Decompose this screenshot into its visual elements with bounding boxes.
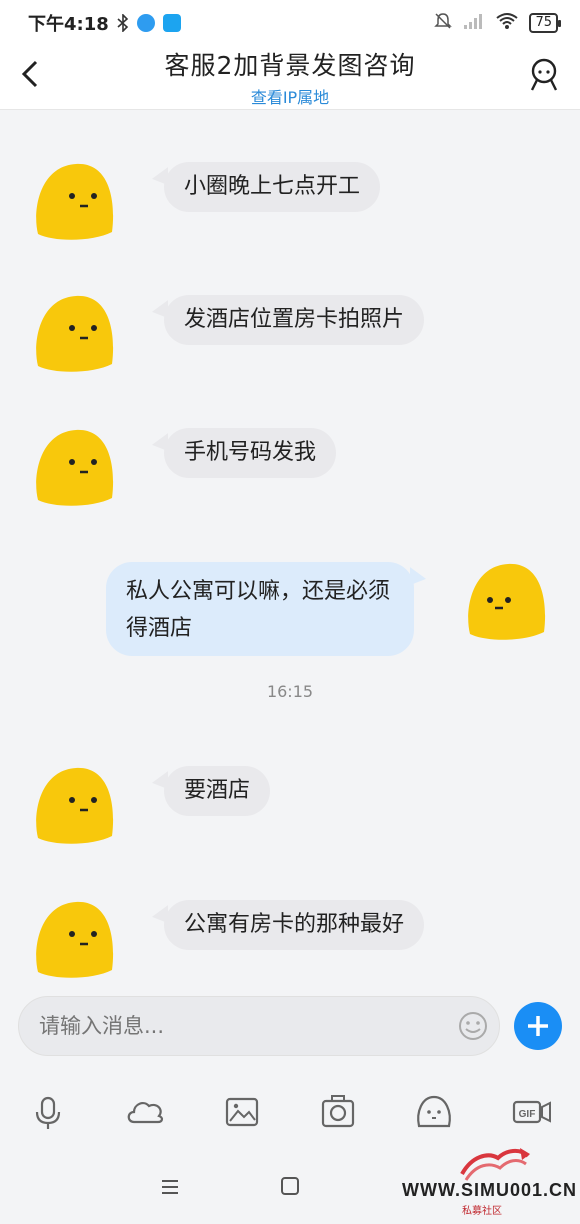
chat-title: 客服2加背景发图咨询 — [164, 51, 416, 80]
emoji-button[interactable] — [457, 1010, 489, 1042]
message-bubble[interactable]: 公寓有房卡的那种最好 — [164, 900, 425, 950]
cloud-icon — [127, 1102, 164, 1124]
home-nav-button[interactable] — [276, 1172, 306, 1202]
chat-header: 客服2加背景发图咨询 查看IP属地 — [0, 46, 580, 110]
avatar[interactable] — [32, 900, 116, 978]
watermark: WWW.SIMU001.CN 私募社区 — [402, 1144, 576, 1217]
yellow-blob-avatar-icon — [36, 901, 114, 978]
message-bubble[interactable]: 手机号码发我 — [164, 428, 337, 478]
gif-button[interactable]: GIF — [512, 1092, 552, 1132]
avatar-self[interactable] — [464, 562, 548, 640]
microphone-icon — [35, 1096, 61, 1129]
message-input-container[interactable] — [18, 996, 500, 1056]
message-bubble[interactable]: 小圈晚上七点开工 — [164, 162, 381, 212]
profile-button[interactable] — [528, 58, 560, 92]
yellow-blob-avatar-icon — [468, 563, 546, 640]
yellow-blob-avatar-icon — [36, 163, 114, 240]
avatar[interactable] — [32, 294, 116, 372]
avatar[interactable] — [32, 766, 116, 844]
app-icon — [162, 14, 181, 32]
message-bubble[interactable]: 要酒店 — [164, 766, 271, 816]
sticker-button[interactable] — [414, 1092, 454, 1132]
yellow-blob-avatar-icon — [36, 767, 114, 844]
signal-icon — [463, 12, 485, 35]
square-icon — [281, 1177, 299, 1195]
message-timestamp: 16:15 — [266, 682, 314, 701]
camera-button[interactable] — [318, 1092, 358, 1132]
voice-button[interactable] — [28, 1092, 68, 1132]
profile-icon — [530, 58, 558, 91]
emoji-icon — [417, 1095, 451, 1128]
message-bubble-self[interactable]: 私人公寓可以嘛，还是必须得酒店 — [106, 562, 414, 656]
bluetooth-icon — [117, 14, 129, 32]
watermark-subtext: 私募社区 — [462, 1206, 502, 1217]
smiley-icon — [459, 1012, 487, 1040]
add-button[interactable] — [514, 1002, 562, 1050]
cloud-button[interactable] — [124, 1092, 166, 1132]
camera-icon — [321, 1095, 355, 1128]
avatar[interactable] — [32, 162, 116, 240]
mute-icon — [433, 11, 453, 36]
image-icon — [225, 1097, 259, 1127]
app-icon — [136, 14, 155, 32]
svg-text:GIF: GIF — [519, 1109, 536, 1120]
wifi-icon — [495, 12, 519, 35]
menu-nav-button[interactable] — [156, 1172, 186, 1202]
message-bubble[interactable]: 发酒店位置房卡拍照片 — [164, 295, 425, 345]
plus-icon — [528, 1016, 548, 1036]
input-toolbar: GIF — [0, 1092, 580, 1132]
yellow-blob-avatar-icon — [36, 429, 114, 506]
yellow-blob-avatar-icon — [36, 295, 114, 372]
status-bar: 下午4:18 75 — [0, 0, 580, 46]
image-button[interactable] — [222, 1092, 262, 1132]
battery-indicator: 75 — [529, 13, 561, 33]
message-input[interactable] — [19, 997, 449, 1055]
ip-location-link[interactable]: 查看IP属地 — [0, 84, 580, 108]
watermark-logo-icon — [460, 1148, 530, 1181]
watermark-text: WWW.SIMU001.CN — [402, 1180, 578, 1200]
gif-icon: GIF — [512, 1100, 551, 1124]
menu-icon — [162, 1180, 178, 1194]
status-time: 下午4:18 — [28, 14, 109, 35]
input-area: GIF WWW.SIMU001.CN 私募社区 — [0, 986, 580, 1224]
avatar[interactable] — [32, 428, 116, 506]
